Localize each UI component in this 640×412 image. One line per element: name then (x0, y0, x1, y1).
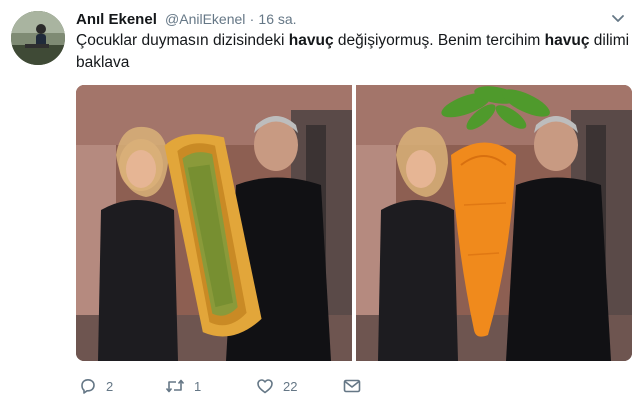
timestamp[interactable]: 16 sa. (258, 11, 296, 27)
heart-icon (255, 376, 275, 396)
separator: · (249, 11, 255, 27)
retweet-count: 1 (194, 378, 202, 394)
author-handle[interactable]: @AnilEkenel (165, 11, 245, 27)
reply-icon (78, 376, 98, 396)
avatar[interactable] (11, 11, 65, 65)
reply-count: 2 (106, 378, 114, 394)
reply-button[interactable]: 2 (78, 376, 113, 396)
chevron-down-icon[interactable] (610, 12, 626, 26)
tweet-text-part: Çocuklar duymasın dizisindeki (76, 32, 289, 49)
author-name[interactable]: Anıl Ekenel (76, 11, 157, 28)
tweet-text-bold: havuç (288, 32, 334, 49)
tweet-media[interactable] (76, 85, 632, 361)
tweet-actions: 2 1 22 (76, 372, 632, 402)
envelope-icon (342, 376, 362, 396)
tweet: Anıl Ekenel @AnilEkenel · 16 sa. Çocukla… (0, 0, 640, 412)
retweet-icon (164, 376, 186, 396)
media-photo-baklava[interactable] (76, 85, 352, 361)
tweet-header: Anıl Ekenel @AnilEkenel · 16 sa. (76, 9, 297, 30)
direct-message-button[interactable] (342, 376, 362, 396)
like-count: 22 (283, 378, 298, 394)
tweet-text-part: değişiyormuş. Benim tercihim (333, 32, 545, 49)
like-button[interactable]: 22 (255, 376, 297, 396)
tweet-text-bold: havuç (544, 32, 590, 49)
media-photo-carrot[interactable] (356, 85, 632, 361)
retweet-button[interactable]: 1 (164, 376, 201, 396)
tweet-text: Çocuklar duymasın dizisindeki havuç deği… (76, 30, 632, 74)
